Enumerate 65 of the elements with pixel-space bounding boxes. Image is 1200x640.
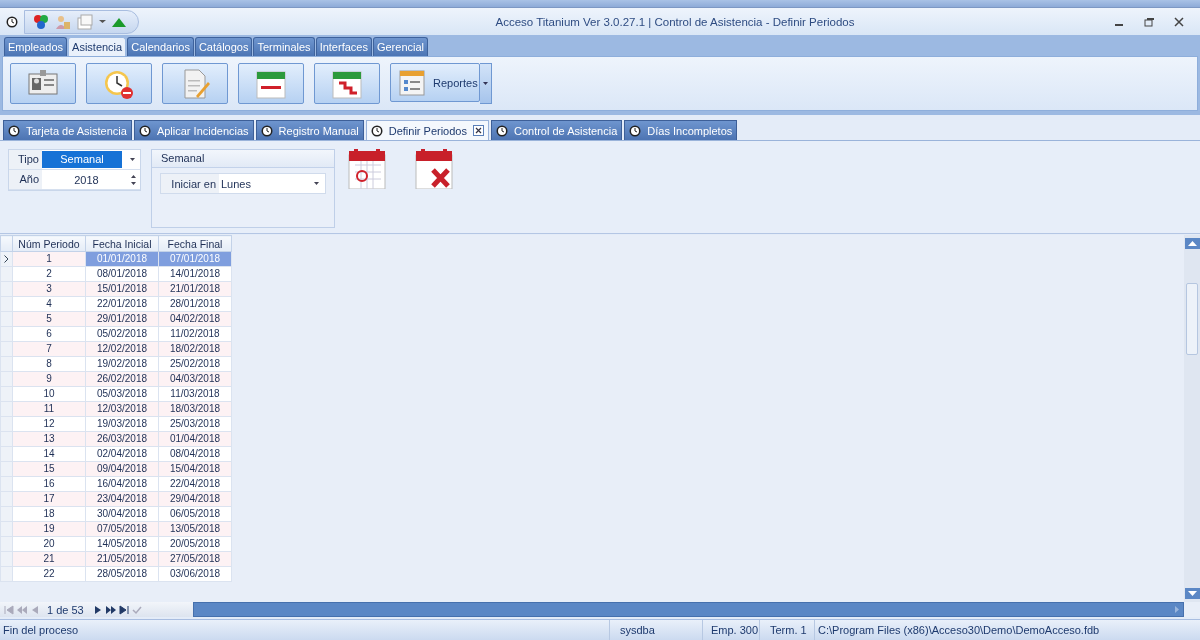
field-label: Tipo [9,150,42,169]
status-text: Emp. 300 [703,620,760,640]
document-tab[interactable]: Aplicar Incidencias [133,120,254,140]
scroll-thumb[interactable] [1186,282,1198,355]
ribbon-tab[interactable]: Interfaces [315,37,372,56]
calendar-delete-icon[interactable] [414,149,454,189]
calendar-refresh-icon[interactable] [347,149,387,189]
scroll-up-icon[interactable] [1184,238,1200,249]
document-tab[interactable]: Control de Asistencia [490,120,623,140]
clock-icon [370,124,383,137]
caret-icon[interactable] [99,19,106,24]
spin-arrows-icon [131,174,136,185]
ribbon-tab[interactable]: Gerencial [372,37,428,56]
clock-icon [495,124,508,137]
status-text: Fin del proceso [0,620,610,640]
column-header[interactable]: Fecha Final [158,235,232,252]
start-day-dropdown[interactable]: Lunes [219,174,325,193]
column-header[interactable]: Núm Periodo [12,235,86,252]
clock-icon [8,124,20,137]
ribbon-button[interactable] [86,63,152,104]
horizontal-scrollbar[interactable] [193,602,1184,617]
close-icon[interactable] [1174,16,1184,27]
field-label: Año [9,170,42,189]
vertical-scrollbar[interactable] [1184,235,1200,602]
year-spinner[interactable]: 2018 [42,170,140,189]
type-dropdown[interactable]: Semanal [42,150,140,169]
document-tab[interactable]: Definir Periodos [365,120,489,140]
close-icon[interactable] [472,125,484,136]
status-text: C:\Program Files (x86)\Acceso30\Demo\DemoAcceso.fdb [817,623,1101,638]
document-tab[interactable]: Días Incompletos [624,120,738,140]
record-position: 1 de 53 [46,603,85,616]
clock-icon [138,124,151,137]
column-header[interactable]: Fecha Inicial [85,235,159,252]
window-title: Acceso Titanium Ver 3.0.27.1 | Control de Asistencia - Definir Periodos [494,15,856,28]
colored-circles-icon[interactable] [33,13,49,30]
ribbon-button[interactable] [238,63,304,104]
next-record-icon[interactable] [92,604,103,615]
next-page-icon[interactable] [105,604,116,615]
document-tab[interactable]: Registro Manual [255,120,364,140]
scroll-down-icon[interactable] [1184,588,1200,599]
app-clock-icon[interactable] [6,15,18,28]
ribbon-tab[interactable]: Calendarios [127,37,194,56]
restore-icon[interactable] [1144,16,1154,27]
field-label: Iniciar en [161,174,219,193]
clock-icon [260,124,273,137]
ribbon-button[interactable] [314,63,380,104]
check-icon[interactable] [131,604,142,615]
caret-icon [483,82,488,85]
ribbon-tab[interactable]: Asistencia [68,37,127,56]
caret-icon [314,182,319,185]
row-pointer-icon [4,255,9,263]
status-text: sysdba [610,620,703,640]
up-arrow-icon[interactable] [112,16,126,27]
ribbon-button[interactable] [10,63,76,104]
document-tab[interactable]: Tarjeta de Asistencia [3,120,132,140]
last-record-icon[interactable] [118,604,129,615]
ribbon-button[interactable] [162,63,228,104]
caret-icon [130,158,135,161]
ribbon-tab[interactable]: Terminales [253,37,315,56]
reports-button[interactable]: Reportes [390,63,480,102]
group-title: Semanal [152,150,334,168]
ribbon-tab[interactable]: Catálogos [194,37,253,56]
status-text: Term. 1 [760,620,815,640]
ribbon-tab[interactable]: Empleados [4,37,68,56]
clock-icon [629,124,642,137]
